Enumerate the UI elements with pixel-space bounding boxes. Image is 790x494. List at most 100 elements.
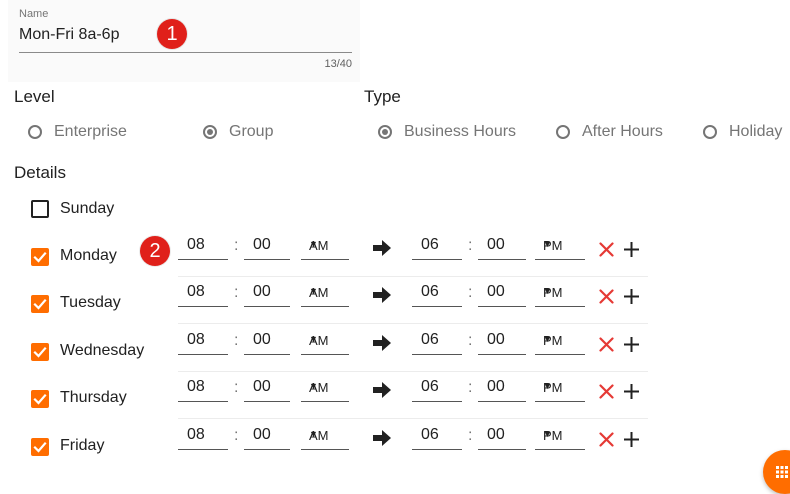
radio-unchecked-icon bbox=[556, 125, 570, 139]
grid-icon bbox=[776, 465, 788, 483]
end-ampm-select[interactable]: PM ▼ bbox=[535, 234, 585, 260]
start-ampm-select[interactable]: AM ▼ bbox=[301, 281, 349, 307]
end-minute-input[interactable]: 00 bbox=[478, 424, 526, 450]
end-hour-input[interactable]: 06 bbox=[412, 234, 462, 260]
name-input[interactable]: Mon-Fri 8a-6p bbox=[19, 26, 119, 44]
start-hour-input[interactable]: 08 bbox=[178, 281, 228, 307]
add-time-range-button[interactable] bbox=[623, 431, 640, 448]
end-minute-input[interactable]: 00 bbox=[478, 281, 526, 307]
row-divider bbox=[178, 323, 648, 324]
end-minute-value: 00 bbox=[487, 236, 505, 253]
end-hour-value: 06 bbox=[421, 331, 439, 348]
end-minute-value: 00 bbox=[487, 331, 505, 348]
start-ampm-select[interactable]: AM ▼ bbox=[301, 329, 349, 355]
friday-checkbox[interactable] bbox=[31, 438, 49, 456]
type-radio-holiday[interactable]: Holiday bbox=[703, 123, 782, 141]
type-section-title: Type bbox=[364, 87, 401, 106]
add-time-range-button[interactable] bbox=[623, 336, 640, 353]
end-hour-input[interactable]: 06 bbox=[412, 376, 462, 402]
start-minute-input[interactable]: 00 bbox=[244, 376, 290, 402]
chevron-down-icon: ▼ bbox=[543, 334, 552, 344]
start-minute-value: 00 bbox=[253, 331, 271, 348]
start-hour-value: 08 bbox=[187, 236, 205, 253]
start-ampm-select[interactable]: AM ▼ bbox=[301, 376, 349, 402]
end-minute-value: 00 bbox=[487, 283, 505, 300]
delete-time-range-button[interactable] bbox=[599, 384, 614, 399]
day-label: Sunday bbox=[60, 200, 115, 217]
level-radio-label: Enterprise bbox=[54, 123, 127, 140]
time-colon: : bbox=[234, 332, 239, 349]
start-minute-value: 00 bbox=[253, 378, 271, 395]
end-minute-input[interactable]: 00 bbox=[478, 234, 526, 260]
day-row-wednesday: Wednesday 08:00 AM ▼ 06:00 PM ▼ bbox=[0, 329, 790, 377]
close-icon bbox=[599, 242, 614, 261]
start-ampm-select[interactable]: AM ▼ bbox=[301, 234, 349, 260]
end-hour-input[interactable]: 06 bbox=[412, 281, 462, 307]
start-ampm-select[interactable]: AM ▼ bbox=[301, 424, 349, 450]
start-minute-value: 00 bbox=[253, 236, 271, 253]
level-radio-enterprise[interactable]: Enterprise bbox=[28, 123, 127, 141]
chevron-down-icon: ▼ bbox=[309, 429, 318, 439]
end-ampm-select[interactable]: PM ▼ bbox=[535, 376, 585, 402]
chevron-down-icon: ▼ bbox=[543, 286, 552, 296]
start-hour-input[interactable]: 08 bbox=[178, 329, 228, 355]
thursday-checkbox[interactable] bbox=[31, 390, 49, 408]
plus-icon bbox=[623, 242, 640, 262]
start-hour-input[interactable]: 08 bbox=[178, 424, 228, 450]
day-row-tuesday: Tuesday 08:00 AM ▼ 06:00 PM ▼ bbox=[0, 281, 790, 329]
add-time-range-button[interactable] bbox=[623, 241, 640, 258]
type-radio-business-hours[interactable]: Business Hours bbox=[378, 123, 516, 141]
chevron-down-icon: ▼ bbox=[543, 429, 552, 439]
monday-checkbox[interactable] bbox=[31, 248, 49, 266]
type-radio-after-hours[interactable]: After Hours bbox=[556, 123, 663, 141]
tuesday-checkbox[interactable] bbox=[31, 295, 49, 313]
start-hour-value: 08 bbox=[187, 426, 205, 443]
end-ampm-select[interactable]: PM ▼ bbox=[535, 424, 585, 450]
end-hour-value: 06 bbox=[421, 378, 439, 395]
start-minute-input[interactable]: 00 bbox=[244, 424, 290, 450]
wednesday-checkbox[interactable] bbox=[31, 343, 49, 361]
time-colon: : bbox=[234, 427, 239, 444]
start-minute-input[interactable]: 00 bbox=[244, 281, 290, 307]
time-colon: : bbox=[468, 237, 473, 254]
add-time-range-button[interactable] bbox=[623, 288, 640, 305]
sunday-checkbox[interactable] bbox=[31, 200, 49, 218]
end-hour-value: 06 bbox=[421, 236, 439, 253]
delete-time-range-button[interactable] bbox=[599, 289, 614, 304]
start-hour-input[interactable]: 08 bbox=[178, 376, 228, 402]
start-minute-input[interactable]: 00 bbox=[244, 329, 290, 355]
delete-time-range-button[interactable] bbox=[599, 337, 614, 352]
chevron-down-icon: ▼ bbox=[309, 381, 318, 391]
arrow-right-icon bbox=[373, 430, 391, 446]
time-colon: : bbox=[234, 284, 239, 301]
delete-time-range-button[interactable] bbox=[599, 432, 614, 447]
radio-unchecked-icon bbox=[703, 125, 717, 139]
time-colon: : bbox=[468, 332, 473, 349]
end-minute-input[interactable]: 00 bbox=[478, 329, 526, 355]
start-minute-value: 00 bbox=[253, 426, 271, 443]
radio-checked-icon bbox=[378, 125, 392, 139]
end-minute-value: 00 bbox=[487, 378, 505, 395]
end-ampm-select[interactable]: PM ▼ bbox=[535, 329, 585, 355]
end-hour-input[interactable]: 06 bbox=[412, 329, 462, 355]
arrow-right-icon bbox=[373, 335, 391, 351]
day-label: Monday bbox=[60, 247, 117, 264]
add-time-range-button[interactable] bbox=[623, 383, 640, 400]
start-hour-input[interactable]: 08 bbox=[178, 234, 228, 260]
day-row-monday: Monday 08:00 AM ▼ 06:00 PM ▼ bbox=[0, 234, 790, 282]
callout-marker-1: 1 bbox=[157, 19, 187, 49]
delete-time-range-button[interactable] bbox=[599, 242, 614, 257]
end-hour-value: 06 bbox=[421, 426, 439, 443]
start-minute-input[interactable]: 00 bbox=[244, 234, 290, 260]
time-colon: : bbox=[234, 379, 239, 396]
end-hour-input[interactable]: 06 bbox=[412, 424, 462, 450]
row-divider bbox=[178, 276, 648, 277]
day-row-friday: Friday 08:00 AM ▼ 06:00 PM ▼ bbox=[0, 424, 790, 472]
level-radio-group[interactable]: Group bbox=[203, 123, 273, 141]
end-minute-input[interactable]: 00 bbox=[478, 376, 526, 402]
end-ampm-select[interactable]: PM ▼ bbox=[535, 281, 585, 307]
arrow-right-icon bbox=[373, 382, 391, 398]
start-hour-value: 08 bbox=[187, 378, 205, 395]
start-hour-value: 08 bbox=[187, 331, 205, 348]
plus-icon bbox=[623, 289, 640, 309]
